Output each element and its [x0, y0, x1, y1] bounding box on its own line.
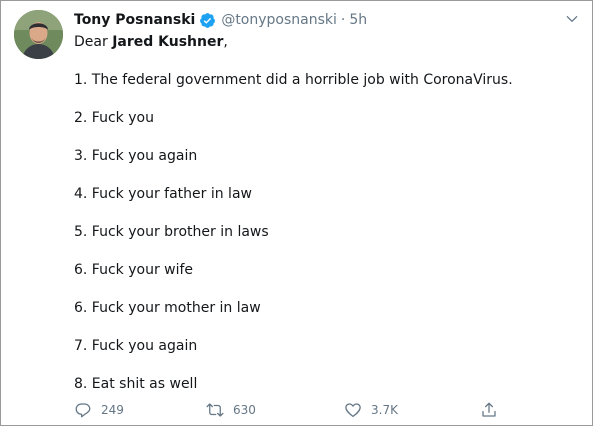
- reply-count: 249: [101, 403, 124, 417]
- tweet-timestamp[interactable]: 5h: [349, 12, 367, 28]
- tweet-line: 5. Fuck your brother in laws: [74, 224, 269, 240]
- avatar[interactable]: [14, 10, 63, 59]
- tweet-line: 3. Fuck you again: [74, 148, 198, 164]
- reply-icon: [75, 403, 91, 418]
- tweet-line: 6. Fuck your wife: [74, 262, 194, 278]
- tweet-card: Tony Posnanski @tonyposnanski · 5h Dear …: [0, 0, 593, 426]
- chevron-down-icon[interactable]: [565, 12, 579, 26]
- like-button[interactable]: 3.7K: [344, 401, 398, 419]
- tweet-line: 1. The federal government did a horrible…: [74, 72, 513, 88]
- tweet-line: 8. Eat shit as well: [74, 376, 198, 392]
- tweet-header: Tony Posnanski @tonyposnanski · 5h: [74, 10, 367, 30]
- tweet-line: 2. Fuck you: [74, 110, 154, 126]
- share-icon: [482, 402, 496, 417]
- reply-button[interactable]: 249: [74, 401, 124, 419]
- greeting-suffix: ,: [223, 34, 228, 50]
- greeting-line: Dear Jared Kushner,: [74, 33, 228, 51]
- verified-badge-icon: [200, 12, 216, 28]
- mentioned-name[interactable]: Jared Kushner: [112, 34, 223, 50]
- header-separator: ·: [340, 12, 346, 28]
- heart-icon: [345, 403, 361, 418]
- greeting-prefix: Dear: [74, 34, 113, 50]
- share-button[interactable]: [480, 401, 498, 419]
- tweet-line: 6. Fuck your mother in law: [74, 300, 261, 316]
- author-handle[interactable]: @tonyposnanski: [221, 12, 337, 28]
- retweet-icon: [206, 403, 224, 417]
- author-name[interactable]: Tony Posnanski: [74, 12, 195, 28]
- retweet-button[interactable]: 630: [206, 401, 256, 419]
- tweet-actions: 249 630 3.7K: [74, 401, 514, 421]
- retweet-count: 630: [233, 403, 256, 417]
- avatar-image: [14, 10, 63, 59]
- tweet-line: 4. Fuck your father in law: [74, 186, 252, 202]
- like-count: 3.7K: [371, 403, 398, 417]
- tweet-line: 7. Fuck you again: [74, 338, 198, 354]
